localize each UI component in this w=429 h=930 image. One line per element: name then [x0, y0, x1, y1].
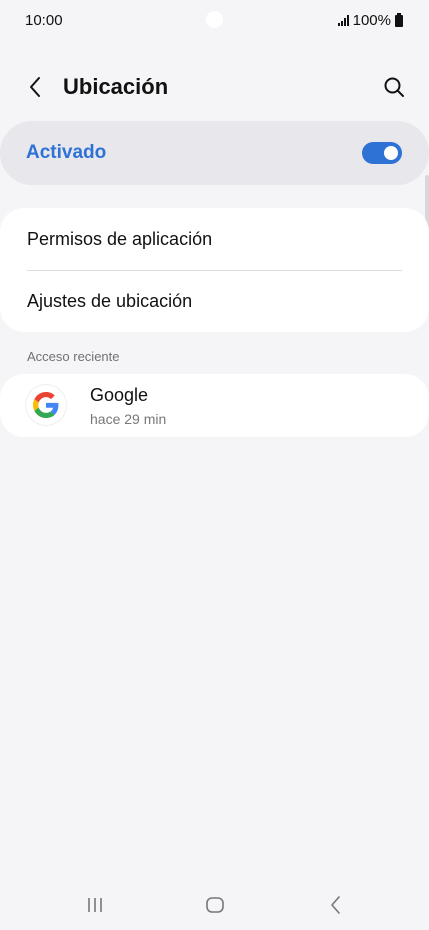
recent-access-item[interactable]: Google hace 29 min	[0, 374, 429, 437]
settings-item-location-settings[interactable]: Ajustes de ubicación	[0, 270, 429, 332]
search-button[interactable]	[379, 72, 409, 102]
recents-button[interactable]	[75, 890, 115, 920]
recent-app-time: hace 29 min	[90, 411, 167, 427]
location-toggle[interactable]	[362, 142, 402, 164]
status-bar: 10:00 100%	[0, 0, 429, 40]
chevron-left-icon	[30, 77, 40, 97]
settings-item-label: Permisos de aplicación	[27, 229, 213, 249]
battery-percent: 100%	[352, 12, 391, 29]
home-icon	[206, 897, 224, 913]
settings-item-app-permissions[interactable]: Permisos de aplicación	[0, 208, 429, 270]
battery-icon	[395, 12, 403, 27]
settings-card: Permisos de aplicación Ajustes de ubicac…	[0, 208, 429, 332]
status-time: 10:00	[25, 12, 63, 29]
home-button[interactable]	[195, 890, 235, 920]
master-switch-label: Activado	[26, 142, 107, 163]
navigation-bar	[0, 880, 429, 930]
recents-icon	[88, 898, 102, 912]
master-switch-row[interactable]: Activado	[0, 121, 429, 185]
recent-app-name: Google	[90, 385, 149, 405]
back-button[interactable]	[20, 72, 50, 102]
signal-icon	[337, 15, 349, 26]
nav-back-button[interactable]	[316, 890, 356, 920]
section-header-recent-access: Acceso reciente	[27, 349, 120, 364]
page-title: Ubicación	[63, 74, 169, 99]
google-icon	[26, 385, 66, 425]
settings-item-label: Ajustes de ubicación	[27, 291, 193, 311]
app-bar: Ubicación	[0, 62, 429, 112]
back-icon	[331, 896, 340, 914]
toggle-knob	[384, 146, 398, 160]
camera-cutout	[206, 11, 223, 28]
search-icon	[384, 77, 404, 97]
status-indicators: 100%	[337, 12, 403, 29]
